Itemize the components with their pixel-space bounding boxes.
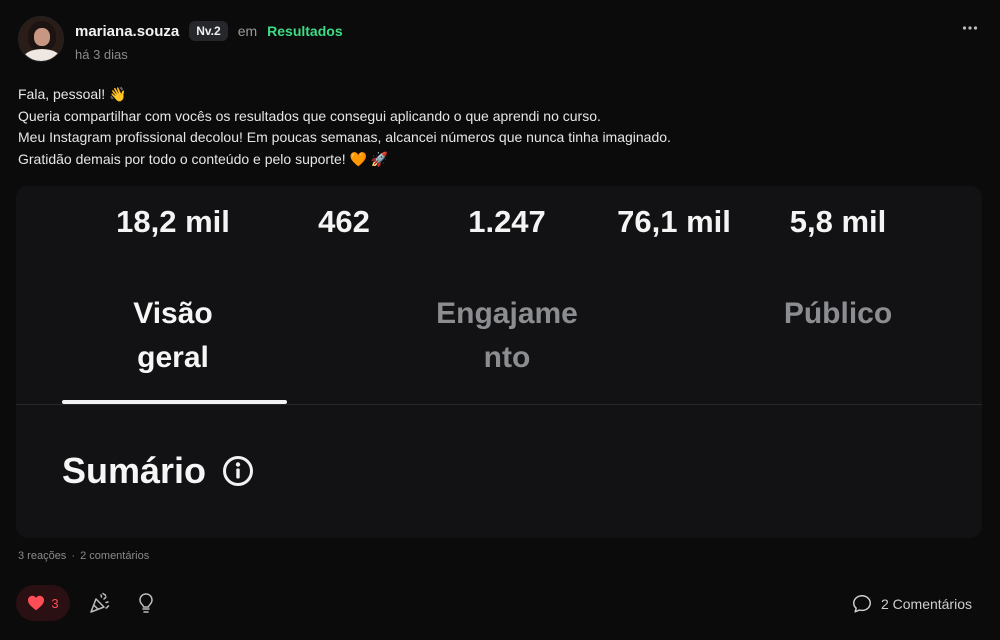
summary-header: Sumário [62, 450, 254, 492]
stat-value: 462 [318, 204, 370, 239]
category-link[interactable]: Resultados [267, 23, 342, 39]
tab-label-line: geral [137, 341, 209, 374]
post-line: Gratidão demais por todo o conteúdo e pe… [18, 150, 389, 167]
comments-button-label: 2 Comentários [880, 596, 972, 612]
reactions-count[interactable]: 3 reações [18, 550, 66, 562]
author-row: mariana.souza Nv.2 em Resultados [75, 21, 343, 41]
comments-button[interactable]: 2 Comentários [851, 593, 972, 615]
post-card: mariana.souza Nv.2 em Resultados há 3 di… [0, 0, 1000, 640]
comment-bubble-icon [852, 595, 871, 613]
action-bar: 3 2 Comentários [16, 585, 982, 623]
post-header: mariana.souza Nv.2 em Resultados há 3 di… [18, 16, 982, 68]
like-count: 3 [51, 595, 59, 611]
embedded-insights-image[interactable]: 18,2 mil 462 1.247 76,1 mil 5,8 mil Visã… [16, 186, 982, 538]
tab-label-line: Visão [133, 297, 213, 330]
avatar[interactable] [18, 16, 64, 62]
info-icon[interactable] [222, 455, 254, 487]
tab-engajamento[interactable]: Engajame nto [436, 292, 578, 380]
more-options-icon[interactable] [962, 20, 978, 36]
tab-label-line: nto [483, 341, 531, 374]
lightbulb-icon[interactable] [134, 591, 158, 615]
author-username[interactable]: mariana.souza [75, 23, 179, 40]
tab-divider [16, 404, 982, 405]
tab-publico[interactable]: Público [784, 292, 892, 336]
engagement-counts: 3 reações · 2 comentários [18, 550, 151, 562]
stat-value: 76,1 mil [617, 204, 731, 239]
tab-label-line: Engajame [436, 297, 578, 330]
tab-visao-geral[interactable]: Visão geral [133, 292, 213, 380]
level-badge: Nv.2 [189, 21, 228, 41]
category-preposition: em [237, 23, 258, 39]
post-line: Queria compartilhar com vocês os resulta… [18, 107, 601, 124]
comments-count[interactable]: 2 comentários [80, 550, 149, 562]
counts-separator: · [71, 550, 76, 562]
post-body: Fala, pessoal! 👋 Queria compartilhar com… [18, 84, 978, 170]
tab-label-line: Público [783, 297, 893, 330]
stat-value: 18,2 mil [116, 204, 230, 239]
party-popper-icon[interactable] [88, 591, 112, 615]
post-line: Fala, pessoal! 👋 [18, 86, 127, 102]
stat-value: 1.247 [468, 204, 546, 239]
heart-icon [28, 595, 45, 611]
stats-row: 18,2 mil 462 1.247 76,1 mil 5,8 mil [16, 204, 982, 248]
like-button[interactable]: 3 [16, 585, 70, 621]
post-timestamp: há 3 dias [75, 47, 128, 62]
post-line: Meu Instagram profissional decolou! Em p… [18, 129, 671, 145]
stat-value: 5,8 mil [789, 204, 887, 239]
summary-title: Sumário [62, 450, 207, 491]
